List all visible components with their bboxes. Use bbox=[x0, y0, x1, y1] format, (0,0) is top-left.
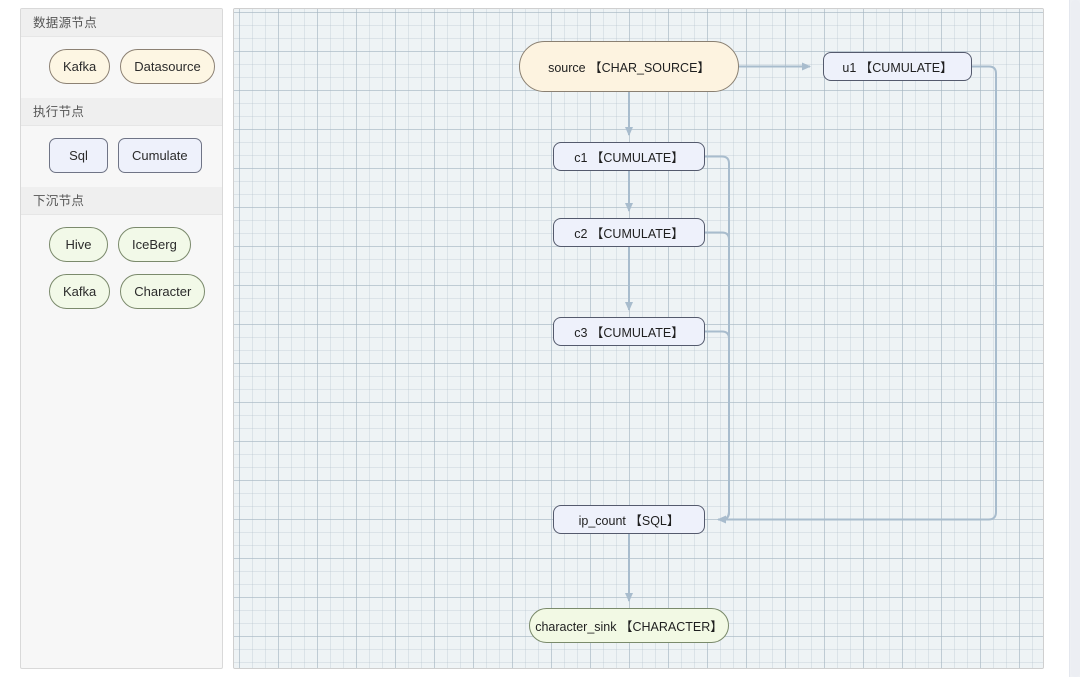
node-palette-panel: 数据源节点 Kafka Datasource 执行节点 Sql Cumulate 下沉节点 H… bbox=[20, 8, 223, 669]
palette-group-title: 执行节点 bbox=[21, 98, 222, 126]
graph-node-label: source 【CHAR_SOURCE】 bbox=[548, 61, 710, 75]
palette-group-list: 数据源节点 Kafka Datasource 执行节点 Sql Cumulate 下沉节点 H… bbox=[21, 9, 222, 323]
palette-node-cumulate[interactable]: Cumulate bbox=[118, 138, 202, 173]
graph-node-label: c2 【CUMULATE】 bbox=[574, 227, 684, 241]
palette-node-kafka[interactable]: Kafka bbox=[49, 49, 111, 84]
palette-node-kafka[interactable]: Kafka bbox=[49, 274, 111, 309]
graph-node-source[interactable]: source 【CHAR_SOURCE】 bbox=[519, 41, 739, 92]
graph-node-label: ip_count 【SQL】 bbox=[578, 514, 680, 528]
palette-group-body: Sql Cumulate bbox=[21, 126, 222, 187]
graph-node-label: u1 【CUMULATE】 bbox=[842, 61, 953, 75]
palette-group-title: 数据源节点 bbox=[21, 9, 222, 37]
page-scrollbar-thumb[interactable] bbox=[1071, 0, 1080, 677]
palette-node-iceberg[interactable]: IceBerg bbox=[118, 227, 191, 262]
palette-node-character[interactable]: Character bbox=[120, 274, 206, 309]
palette-node-sql[interactable]: Sql bbox=[49, 138, 108, 173]
palette-node-datasource[interactable]: Datasource bbox=[120, 49, 215, 84]
graph-node-c2[interactable]: c2 【CUMULATE】 bbox=[553, 218, 705, 247]
palette-node-hive[interactable]: Hive bbox=[49, 227, 108, 262]
palette-row: Kafka Character bbox=[21, 274, 222, 309]
palette-group-title: 下沉节点 bbox=[21, 187, 222, 215]
page-scrollbar-track[interactable] bbox=[1069, 0, 1080, 677]
graph-node-ip_count[interactable]: ip_count 【SQL】 bbox=[553, 505, 705, 534]
palette-group-body: Kafka Datasource bbox=[21, 37, 222, 98]
graph-node-label: c3 【CUMULATE】 bbox=[574, 326, 684, 340]
palette-row: Kafka Datasource bbox=[21, 49, 222, 84]
graph-node-label: character_sink 【CHARACTER】 bbox=[535, 620, 723, 634]
graph-node-character_sink[interactable]: character_sink 【CHARACTER】 bbox=[529, 608, 729, 643]
flow-canvas[interactable]: source 【CHAR_SOURCE】 u1 【CUMULATE】 c1 【CUM… bbox=[233, 8, 1044, 669]
graph-node-c3[interactable]: c3 【CUMULATE】 bbox=[553, 317, 705, 346]
graph-node-u1[interactable]: u1 【CUMULATE】 bbox=[823, 52, 972, 81]
palette-row: Hive IceBerg bbox=[21, 227, 222, 262]
palette-row: Sql Cumulate bbox=[21, 138, 222, 173]
graph-editor-app: 数据源节点 Kafka Datasource 执行节点 Sql Cumulate 下沉节点 H… bbox=[0, 0, 1080, 677]
graph-node-label: c1 【CUMULATE】 bbox=[574, 151, 684, 165]
palette-group-body: Hive IceBerg Kafka Character bbox=[21, 215, 222, 323]
graph-node-c1[interactable]: c1 【CUMULATE】 bbox=[553, 142, 705, 171]
